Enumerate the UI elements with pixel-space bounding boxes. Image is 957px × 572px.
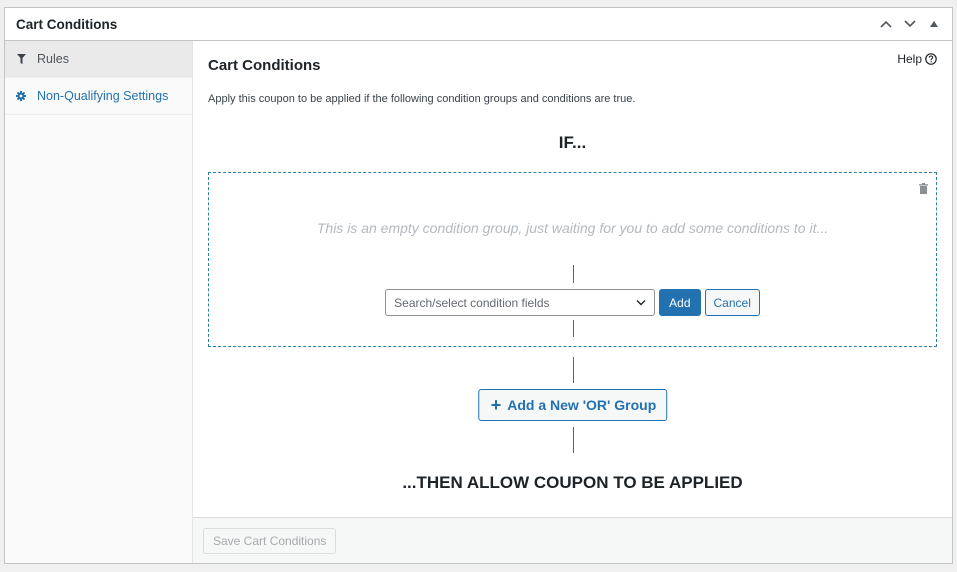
help-link[interactable]: Help	[897, 52, 937, 66]
panel-handle-actions	[878, 16, 942, 32]
rules-panel: Help Cart Conditions Apply this coupon t…	[193, 41, 952, 517]
connector-line	[572, 265, 574, 283]
sidebar-item-label: Rules	[37, 52, 69, 66]
sidebar-item-rules[interactable]: Rules	[5, 41, 192, 78]
cart-conditions-panel: Cart Conditions Rules Non-Qualifying Set…	[4, 7, 953, 564]
delete-group-button[interactable]	[919, 181, 928, 199]
help-label: Help	[897, 52, 922, 66]
gear-icon	[16, 91, 26, 101]
condition-group: This is an empty condition group, just w…	[208, 172, 937, 347]
move-up-button[interactable]	[878, 16, 894, 32]
then-label: ...THEN ALLOW COUPON TO BE APPLIED	[402, 473, 743, 492]
condition-field-row: Search/select condition fields Add Cance…	[209, 289, 936, 316]
connector-line	[572, 357, 574, 383]
empty-group-message: This is an empty condition group, just w…	[316, 220, 829, 236]
toggle-panel-button[interactable]	[926, 16, 942, 32]
save-cart-conditions-button[interactable]: Save Cart Conditions	[203, 528, 337, 554]
question-circle-icon	[925, 53, 937, 65]
chevron-down-icon	[904, 20, 916, 28]
sidebar-item-label: Non-Qualifying Settings	[37, 89, 169, 103]
chevron-up-icon	[880, 20, 892, 28]
section-description: Apply this coupon to be applied if the f…	[208, 93, 636, 105]
cancel-button[interactable]: Cancel	[704, 289, 760, 316]
filter-icon	[16, 54, 26, 64]
panel-body: Rules Non-Qualifying Settings Help Cart …	[5, 41, 952, 563]
main-content: Help Cart Conditions Apply this coupon t…	[193, 41, 952, 563]
triangle-up-icon	[930, 21, 938, 27]
move-down-button[interactable]	[902, 16, 918, 32]
condition-field-select[interactable]: Search/select condition fields	[385, 289, 656, 316]
select-placeholder: Search/select condition fields	[394, 295, 550, 310]
sidebar-item-non-qualifying-settings[interactable]: Non-Qualifying Settings	[5, 78, 192, 115]
trash-icon	[919, 183, 928, 194]
plus-icon: +	[490, 395, 502, 415]
if-label: IF...	[558, 133, 587, 152]
sidebar: Rules Non-Qualifying Settings	[5, 41, 193, 563]
add-or-group-label: Add a New 'OR' Group	[507, 397, 657, 413]
add-condition-button[interactable]: Add	[659, 289, 701, 316]
connector-line	[572, 427, 574, 453]
panel-header: Cart Conditions	[5, 8, 952, 41]
panel-title: Cart Conditions	[16, 16, 118, 32]
section-title: Cart Conditions	[208, 57, 321, 74]
panel-footer: Save Cart Conditions	[193, 517, 952, 563]
connector-line	[572, 320, 574, 337]
add-or-group-button[interactable]: + Add a New 'OR' Group	[477, 389, 668, 421]
chevron-down-icon	[636, 300, 646, 306]
